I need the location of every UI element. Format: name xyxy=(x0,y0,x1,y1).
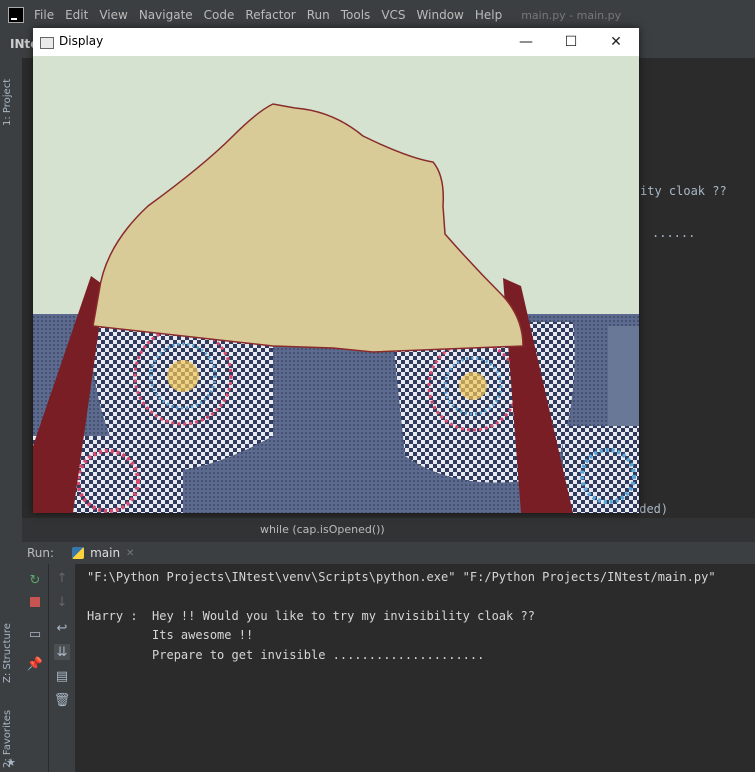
run-toolbar-primary: ↻ ▭ 📌 xyxy=(22,564,48,772)
run-tool-header: Run: main ✕ xyxy=(22,542,755,564)
menu-vcs[interactable]: VCS xyxy=(381,8,405,22)
camera-frame xyxy=(33,56,639,513)
pin-icon[interactable]: 📌 xyxy=(27,656,43,672)
menu-navigate[interactable]: Navigate xyxy=(139,8,193,22)
menu-bar: File Edit View Navigate Code Refactor Ru… xyxy=(0,0,755,30)
layout-icon[interactable]: ▭ xyxy=(27,626,43,642)
pycharm-logo-icon xyxy=(8,7,24,23)
up-arrow-icon[interactable]: ↑ xyxy=(54,570,70,586)
console-line: "F:\Python Projects\INtest\venv\Scripts\… xyxy=(87,570,716,584)
menu-view[interactable]: View xyxy=(99,8,127,22)
menu-tools[interactable]: Tools xyxy=(341,8,371,22)
editor-breadcrumb-line: while (cap.isOpened()) xyxy=(22,518,755,542)
console-line: Harry : Hey !! Would you like to try my … xyxy=(87,609,535,623)
run-label: Run: xyxy=(27,546,55,560)
close-icon[interactable]: ✕ xyxy=(601,32,631,52)
menu-edit[interactable]: Edit xyxy=(65,8,88,22)
run-console[interactable]: "F:\Python Projects\INtest\venv\Scripts\… xyxy=(75,564,755,772)
python-icon xyxy=(72,547,85,559)
display-title: Display xyxy=(59,34,104,48)
menu-window[interactable]: Window xyxy=(417,8,464,22)
minimize-icon[interactable]: — xyxy=(511,32,541,52)
favorites-star-icon[interactable]: ★ xyxy=(6,756,16,769)
console-line: Prepare to get invisible ...............… xyxy=(87,648,485,662)
rerun-icon[interactable]: ↻ xyxy=(27,572,43,588)
ide-window-title: main.py - main.py xyxy=(521,8,622,22)
menu-help[interactable]: Help xyxy=(475,8,502,22)
display-window[interactable]: Display — ☐ ✕ xyxy=(33,28,639,513)
run-toolbar-secondary: ↑ ↓ ↩ ⇊ ▤ 🗑 xyxy=(48,564,75,772)
close-tab-icon[interactable]: ✕ xyxy=(126,548,134,559)
menu-run[interactable]: Run xyxy=(307,8,330,22)
display-titlebar[interactable]: Display — ☐ ✕ xyxy=(33,28,639,57)
maximize-icon[interactable]: ☐ xyxy=(556,32,586,52)
menu-code[interactable]: Code xyxy=(204,8,235,22)
down-arrow-icon[interactable]: ↓ xyxy=(54,594,70,610)
editor-code-fragment: ...... xyxy=(652,226,696,240)
webcam-image xyxy=(33,56,639,513)
scroll-to-end-icon[interactable]: ⇊ xyxy=(54,644,70,660)
run-tab-label: main xyxy=(90,546,121,560)
menu-refactor[interactable]: Refactor xyxy=(245,8,295,22)
left-tool-strip: 1: Project Z: Structure 2: Favorites ★ xyxy=(0,58,23,772)
print-icon[interactable]: ▤ xyxy=(54,668,70,684)
stop-icon[interactable] xyxy=(27,594,43,610)
structure-tool-tab[interactable]: Z: Structure xyxy=(2,613,20,683)
project-tool-tab[interactable]: 1: Project xyxy=(2,66,20,126)
window-app-icon xyxy=(40,37,54,49)
soft-wrap-icon[interactable]: ↩ xyxy=(54,620,70,636)
code-context-label: while (cap.isOpened()) xyxy=(260,523,385,536)
menu-file[interactable]: File xyxy=(34,8,54,22)
trash-icon[interactable]: 🗑 xyxy=(54,692,71,708)
editor-code-fragment: ity cloak ?? xyxy=(640,184,727,198)
run-tab-main[interactable]: main ✕ xyxy=(72,546,134,560)
console-line: Its awesome !! xyxy=(87,628,254,642)
